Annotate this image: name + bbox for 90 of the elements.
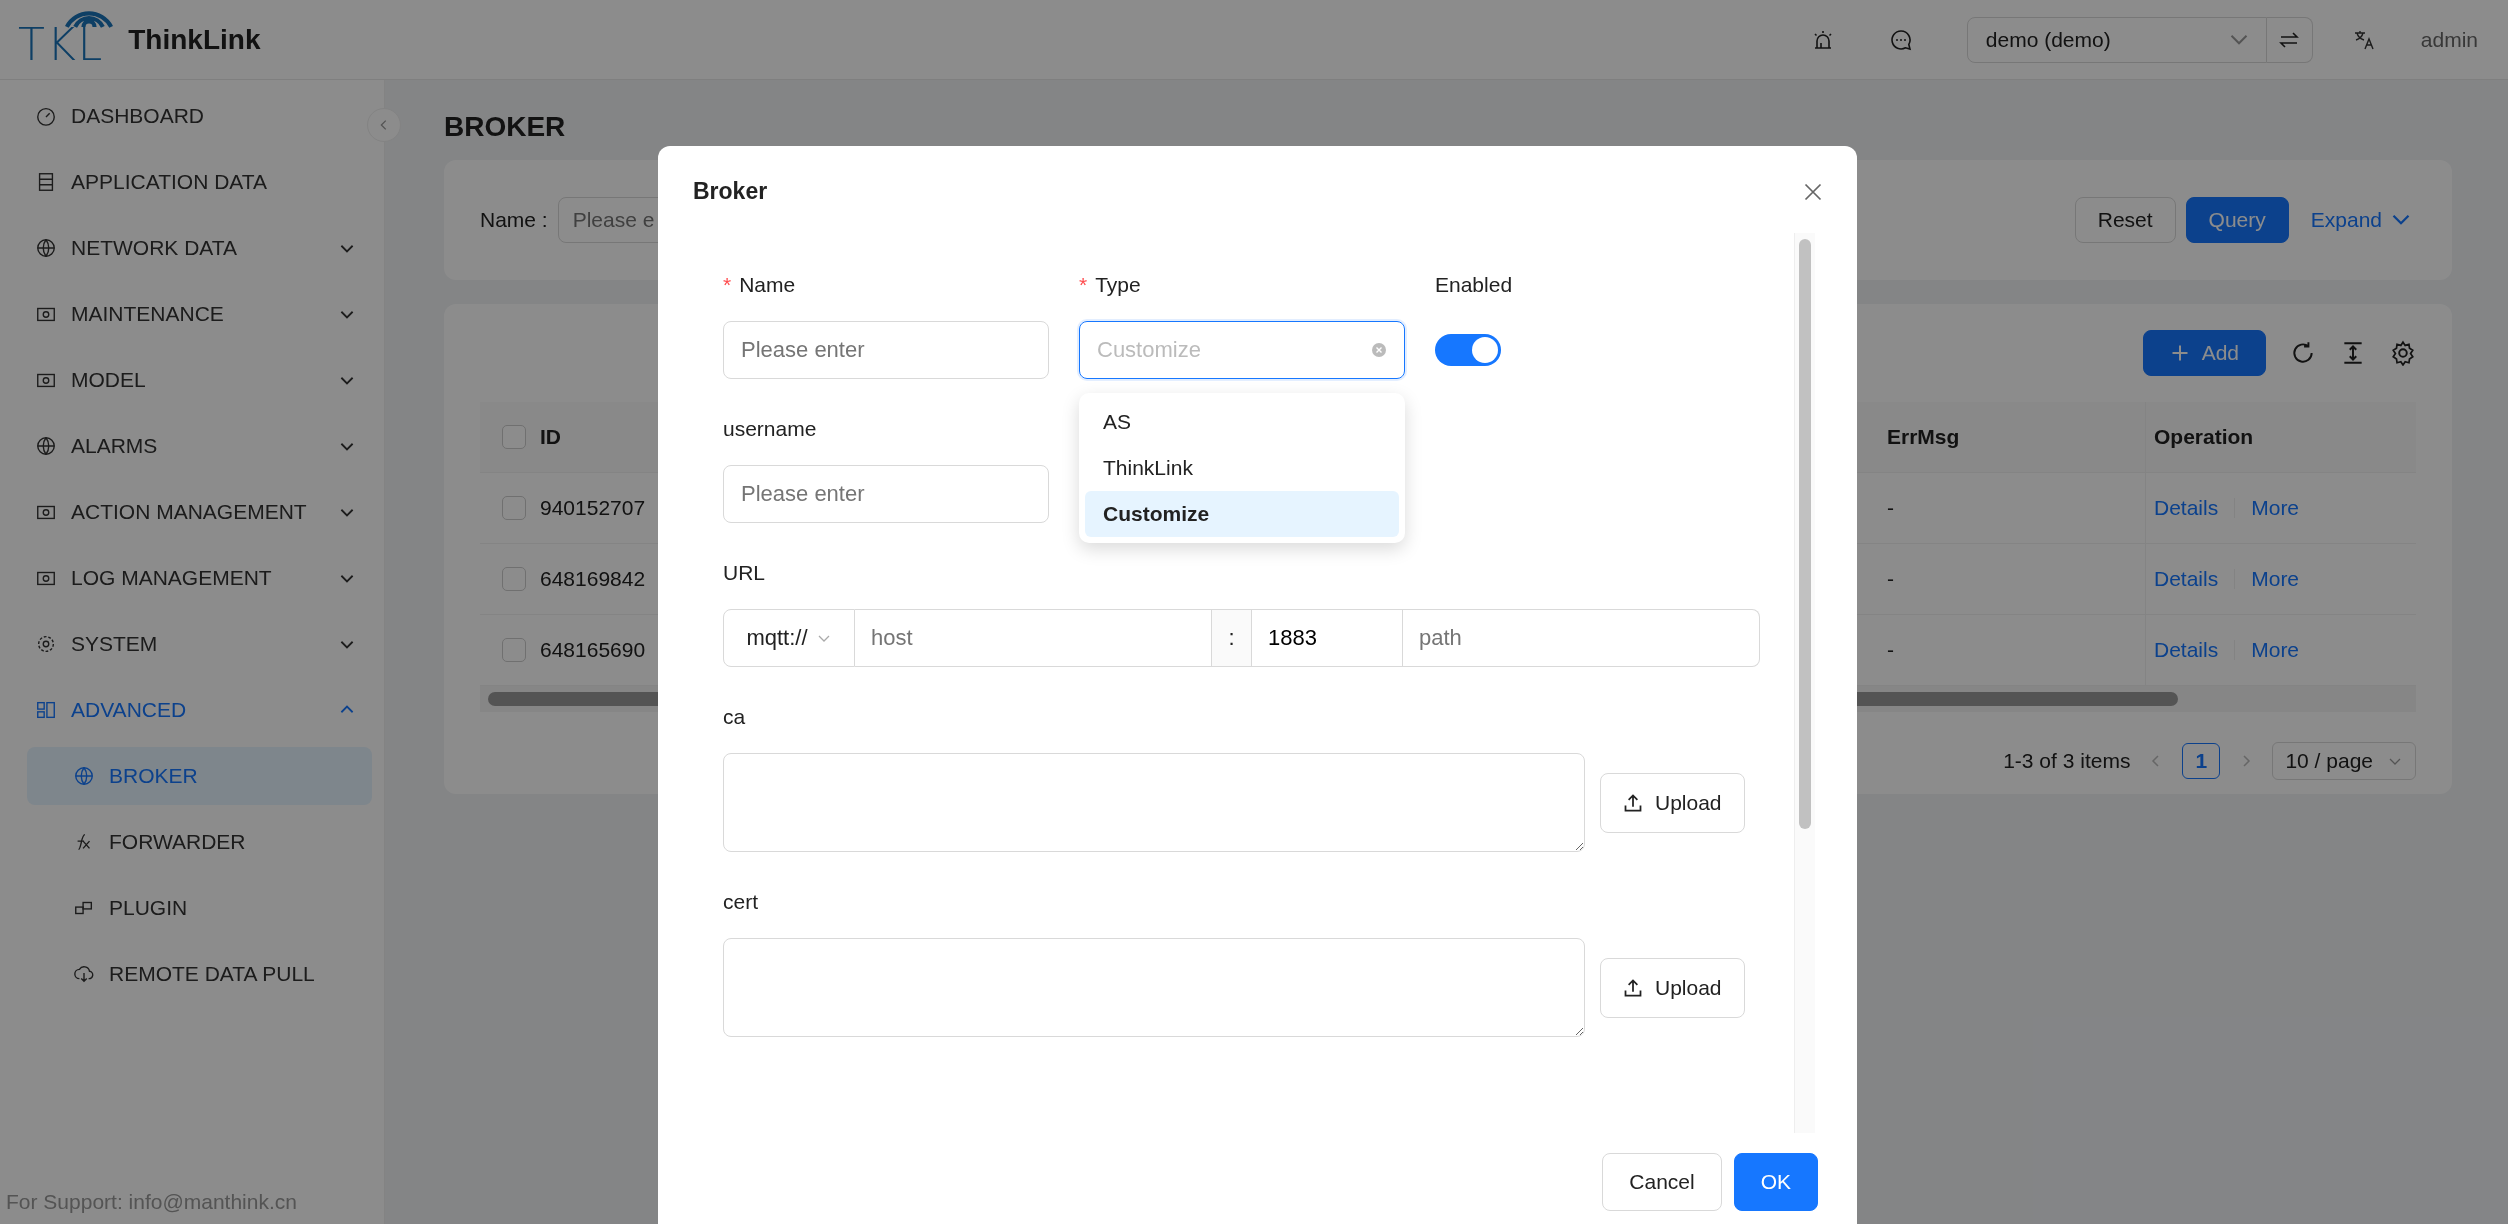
username-input[interactable]: Please enter: [723, 465, 1049, 523]
menu-icon: [35, 105, 57, 127]
row-action-link[interactable]: More: [2251, 566, 2300, 591]
column-header: ID: [540, 424, 561, 448]
page-title: BROKER: [444, 110, 567, 144]
collapse-button[interactable]: [367, 108, 401, 142]
column-header: Operation: [2154, 424, 2254, 449]
table-cell: -: [1887, 637, 1894, 661]
checkbox[interactable]: [502, 637, 526, 662]
field-label: * Type: [1079, 273, 1142, 298]
text-area[interactable]: [723, 753, 1585, 852]
column-header: ErrMsg: [1887, 424, 1960, 448]
user-name[interactable]: admin: [2420, 27, 2478, 52]
menu-icon: [35, 633, 57, 655]
close-icon[interactable]: [1803, 181, 1823, 202]
row-action-link[interactable]: More: [2251, 495, 2300, 520]
port-separator: :: [1212, 609, 1252, 667]
settings-icon[interactable]: [2390, 339, 2416, 366]
chat-icon[interactable]: [1888, 27, 1913, 52]
field-label: URL: [723, 561, 766, 586]
name-input[interactable]: Please enter: [723, 321, 1049, 379]
table-cell: -: [1887, 495, 1894, 519]
pagination-summary: 1-3 of 3 items: [2003, 748, 2131, 773]
query-button[interactable]: Query: [2185, 196, 2289, 243]
table-cell: -: [1887, 566, 1894, 590]
switch-button[interactable]: [2266, 16, 2313, 63]
menu-icon: [73, 765, 95, 787]
sidebar-subitem[interactable]: BROKER: [27, 747, 372, 805]
row-action-link[interactable]: Details: [2154, 566, 2219, 591]
checkbox[interactable]: [502, 566, 526, 591]
upload-icon: [1623, 977, 1643, 998]
row-action-link[interactable]: Details: [2154, 637, 2219, 662]
menu-icon: [35, 237, 57, 259]
checkbox[interactable]: [502, 495, 526, 520]
page-size-select[interactable]: 10 / page: [2272, 741, 2416, 780]
scrollbar-thumb[interactable]: [1799, 239, 1811, 829]
sidebar-subitem[interactable]: REMOTE DATA PULL: [27, 945, 372, 1003]
table-cell: 940152707: [540, 495, 646, 519]
ok-button[interactable]: OK: [1733, 1153, 1818, 1211]
chevron-down-icon: [2229, 34, 2248, 45]
sidebar-item[interactable]: ADVANCED: [27, 681, 372, 739]
add-button[interactable]: Add: [2142, 329, 2266, 376]
checkbox[interactable]: [502, 424, 526, 449]
toggle-switch[interactable]: [1435, 334, 1501, 366]
sidebar-item[interactable]: ACTION MANAGEMENT: [27, 483, 372, 541]
menu-icon: [35, 699, 57, 721]
text-area[interactable]: [723, 938, 1585, 1037]
sidebar-item[interactable]: MAINTENANCE: [27, 285, 372, 343]
logo: TKL: [18, 8, 105, 71]
sidebar-subitem[interactable]: FORWARDER: [27, 813, 372, 871]
clear-icon[interactable]: [1371, 342, 1387, 358]
dropdown-option[interactable]: ThinkLink: [1085, 445, 1399, 491]
sidebar-item[interactable]: APPLICATION DATA: [27, 153, 372, 211]
field-label: username: [723, 417, 818, 442]
field-label: Enabled: [1435, 273, 1514, 298]
sidebar-subitem[interactable]: PLUGIN: [27, 879, 372, 937]
field-label: * Name: [723, 273, 797, 298]
field-label: ca: [723, 705, 747, 730]
upload-button[interactable]: Upload: [1600, 957, 1745, 1018]
upload-icon: [1623, 792, 1643, 813]
upload-button[interactable]: Upload: [1600, 772, 1745, 833]
cancel-button[interactable]: Cancel: [1602, 1153, 1722, 1211]
signal-arcs-icon: [64, 10, 114, 29]
sidebar-item[interactable]: ALARMS: [27, 417, 372, 475]
organization-select[interactable]: demo (demo): [1966, 16, 2267, 63]
row-action-link[interactable]: More: [2251, 637, 2300, 662]
page-number[interactable]: 1: [2182, 742, 2221, 779]
expand-button[interactable]: Expand: [2304, 206, 2416, 233]
port-input[interactable]: 1883: [1252, 609, 1403, 667]
table-cell: 648165690: [540, 637, 646, 661]
dropdown-option[interactable]: Customize: [1085, 491, 1399, 537]
chevron-down-icon: [2392, 214, 2410, 226]
menu-icon: [73, 963, 95, 985]
host-input[interactable]: host: [855, 609, 1212, 667]
path-input[interactable]: path: [1403, 609, 1760, 667]
reset-button[interactable]: Reset: [2074, 196, 2176, 243]
app-name: ThinkLink: [128, 23, 261, 56]
field-label: cert: [723, 890, 759, 915]
sidebar-item[interactable]: SYSTEM: [27, 615, 372, 673]
row-action-link[interactable]: Details: [2154, 495, 2219, 520]
field-label: Name :: [480, 207, 548, 232]
table-cell: 648169842: [540, 566, 646, 590]
sidebar-item[interactable]: MODEL: [27, 351, 372, 409]
dropdown-option[interactable]: AS: [1085, 399, 1399, 445]
refresh-icon[interactable]: [2290, 339, 2316, 366]
menu-icon: [35, 435, 57, 457]
modal-title: Broker: [693, 178, 768, 205]
support-text: For Support: info@manthink.cn: [6, 1190, 297, 1214]
sidebar-item[interactable]: LOG MANAGEMENT: [27, 549, 372, 607]
sidebar-item[interactable]: NETWORK DATA: [27, 219, 372, 277]
